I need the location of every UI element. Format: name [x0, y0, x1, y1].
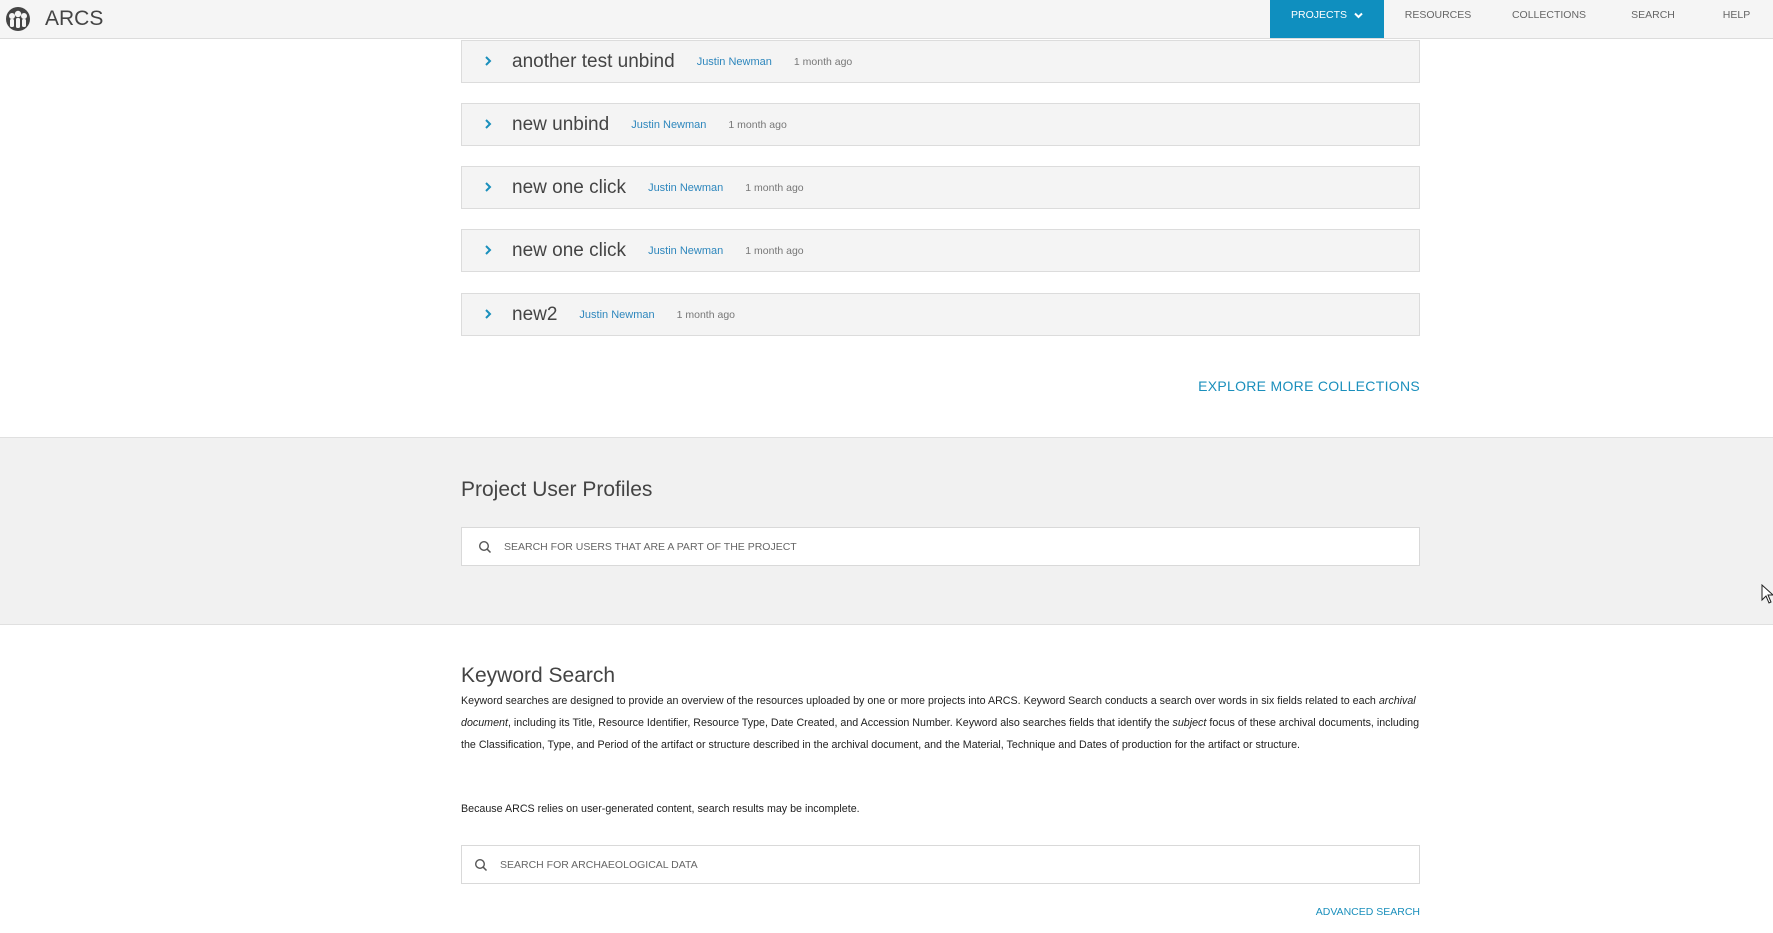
- collection-row[interactable]: another test unbind Justin Newman 1 month …: [461, 40, 1420, 83]
- collection-title: new one click: [512, 177, 627, 199]
- collection-title: new one click: [512, 240, 627, 262]
- keyword-emphasis: subject: [1172, 717, 1207, 729]
- chevron-right-icon[interactable]: [482, 243, 494, 257]
- chevron-down-icon: [1354, 12, 1363, 19]
- arcs-logo-icon[interactable]: [4, 5, 32, 33]
- main-nav: PROJECTS RESOURCES COLLECTIONS SEARCH HE…: [1270, 0, 1773, 38]
- project-user-profiles-section: Project User Profiles: [0, 437, 1773, 625]
- collection-timestamp: 1 month ago: [793, 56, 853, 68]
- nav-resources[interactable]: RESOURCES: [1384, 0, 1492, 38]
- nav-help[interactable]: HELP: [1700, 0, 1773, 38]
- search-icon: [474, 858, 488, 872]
- collection-author-link[interactable]: Justin Newman: [631, 119, 706, 131]
- collection-timestamp: 1 month ago: [745, 245, 804, 257]
- chevron-right-icon[interactable]: [482, 307, 494, 321]
- archaeological-search-input[interactable]: [500, 846, 1400, 883]
- collection-row[interactable]: new one click Justin Newman 1 month ago: [461, 166, 1420, 209]
- collection-timestamp: 1 month ago: [745, 182, 804, 194]
- nav-projects-dropdown[interactable]: PROJECTS: [1270, 0, 1384, 38]
- nav-collections[interactable]: COLLECTIONS: [1492, 0, 1606, 38]
- collection-author-link[interactable]: Justin Newman: [648, 182, 723, 194]
- collection-title: another test unbind: [512, 51, 675, 73]
- keyword-note: Because ARCS relies on user-generated co…: [461, 803, 860, 815]
- keyword-text: Keyword searches are designed to provide…: [461, 695, 1379, 707]
- collection-timestamp: 1 month ago: [676, 309, 736, 321]
- collection-title: new2: [512, 304, 558, 326]
- profiles-heading: Project User Profiles: [461, 478, 653, 501]
- mouse-cursor-icon: [1761, 584, 1773, 604]
- collection-row[interactable]: new2 Justin Newman 1 month ago: [461, 293, 1420, 336]
- chevron-right-icon[interactable]: [482, 180, 494, 194]
- collection-row[interactable]: new unbind Justin Newman 1 month ago: [461, 103, 1420, 146]
- collection-row[interactable]: new one click Justin Newman 1 month ago: [461, 229, 1420, 272]
- collection-timestamp: 1 month ago: [728, 119, 787, 131]
- keyword-text: , including its Title, Resource Identifi…: [507, 717, 1173, 729]
- keyword-description-paragraph: Keyword searches are designed to provide…: [461, 690, 1421, 756]
- chevron-right-icon[interactable]: [482, 54, 494, 68]
- nav-projects-label: PROJECTS: [1291, 9, 1348, 21]
- nav-search[interactable]: SEARCH: [1606, 0, 1700, 38]
- app-title[interactable]: ARCS: [45, 5, 103, 33]
- advanced-search-link[interactable]: ADVANCED SEARCH: [1316, 906, 1420, 918]
- collection-title: new unbind: [512, 114, 610, 136]
- collection-author-link[interactable]: Justin Newman: [648, 245, 723, 257]
- user-search-input[interactable]: [504, 528, 1404, 565]
- user-search-box[interactable]: [461, 527, 1420, 566]
- collection-author-link[interactable]: Justin Newman: [579, 309, 654, 321]
- collection-author-link[interactable]: Justin Newman: [697, 56, 772, 68]
- search-icon: [478, 540, 492, 554]
- archaeological-search-box[interactable]: [461, 845, 1420, 884]
- top-navigation-bar: ARCS PROJECTS RESOURCES COLLECTIONS SEAR…: [0, 0, 1773, 39]
- explore-more-collections-link[interactable]: EXPLORE MORE COLLECTIONS: [1198, 378, 1420, 394]
- chevron-right-icon[interactable]: [482, 117, 494, 131]
- keyword-description: Keyword searches are designed to provide…: [461, 690, 1421, 756]
- keyword-search-heading: Keyword Search: [461, 664, 616, 687]
